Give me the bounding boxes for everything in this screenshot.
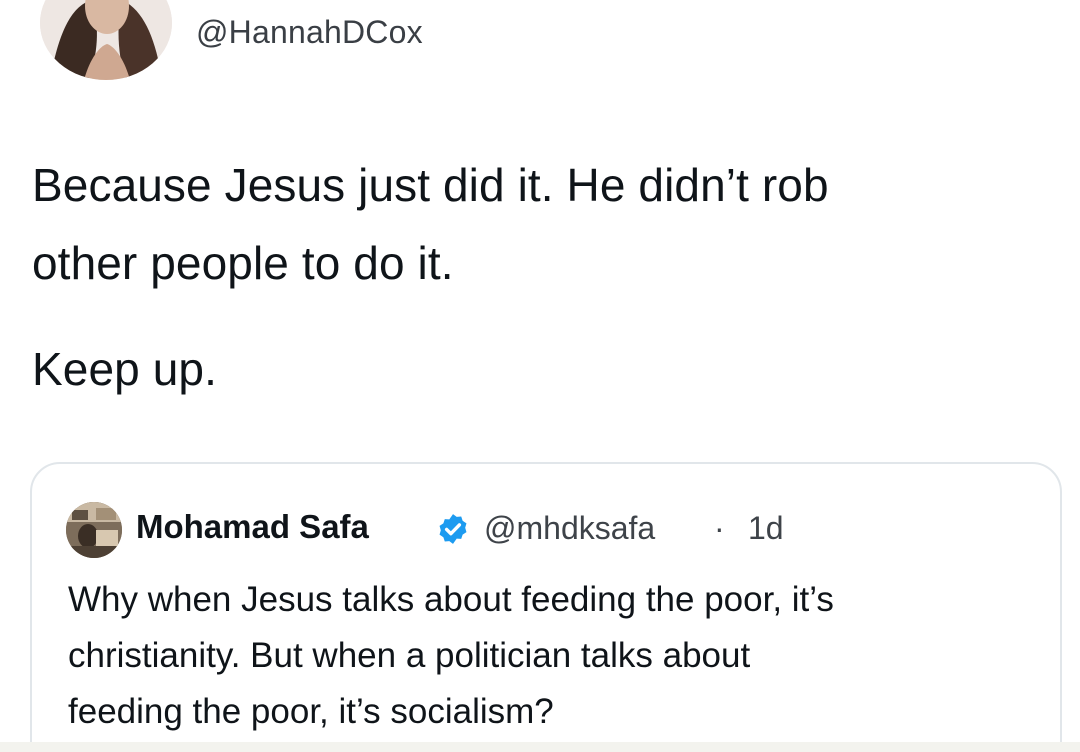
quote-text-line: christianity. But when a politician talk…: [68, 636, 751, 675]
bottom-edge: [0, 742, 1080, 752]
tweet: @HannahDCox Because Jesus just did it. H…: [0, 0, 1080, 752]
quote-author-avatar[interactable]: [66, 502, 122, 558]
quote-text-line: feeding the poor, it’s socialism?: [68, 692, 554, 731]
quote-handle[interactable]: @mhdksafa: [484, 510, 655, 547]
tweet-text-line: other people to do it.: [32, 237, 454, 289]
author-avatar-image: [40, 0, 172, 80]
quote-text-line: Why when Jesus talks about feeding the p…: [68, 580, 834, 619]
verified-icon: [436, 512, 470, 546]
meta-separator: ·: [714, 510, 725, 546]
quote-display-name[interactable]: Mohamad Safa: [136, 508, 369, 546]
tweet-text-line: Because Jesus just did it. He didn’t rob: [32, 159, 829, 211]
tweet-text-line: Keep up.: [32, 343, 217, 395]
author-avatar[interactable]: [40, 0, 172, 80]
author-handle[interactable]: @HannahDCox: [196, 14, 423, 51]
quote-avatar-image: [66, 502, 122, 558]
quote-timestamp[interactable]: 1d: [748, 510, 784, 547]
